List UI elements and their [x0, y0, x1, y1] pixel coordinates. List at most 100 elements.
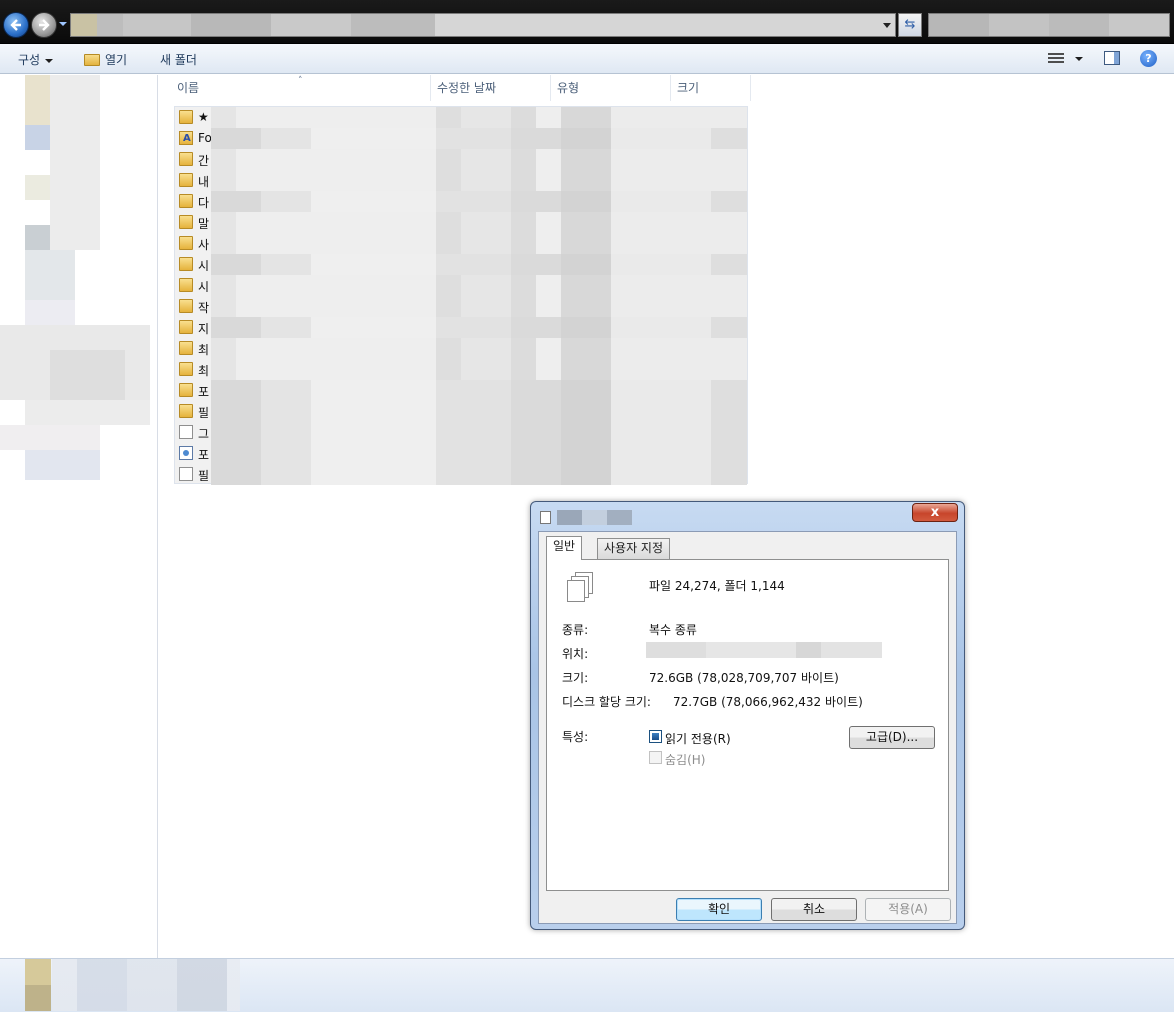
- file-row[interactable]: 내: [175, 170, 747, 191]
- file-details-redacted: [211, 422, 747, 443]
- file-details-redacted: [211, 107, 747, 128]
- file-row[interactable]: 사: [175, 233, 747, 254]
- file-details-redacted: [211, 254, 747, 275]
- file-row[interactable]: 포: [175, 443, 747, 464]
- file-details-redacted: [211, 359, 747, 380]
- advanced-button[interactable]: 고급(D)...: [849, 726, 935, 749]
- file-name: 필: [198, 469, 210, 483]
- size-label: 크기:: [562, 671, 589, 685]
- redacted-nav-block: [50, 350, 125, 400]
- selection-summary: 파일 24,274, 폴더 1,144: [649, 579, 785, 593]
- hidden-checkbox[interactable]: [649, 751, 662, 764]
- folder-icon: [179, 152, 193, 166]
- help-icon[interactable]: ?: [1140, 50, 1157, 67]
- file-row[interactable]: 작: [175, 296, 747, 317]
- file-icon: [179, 467, 193, 481]
- file-row[interactable]: ★: [175, 107, 747, 128]
- column-size-label: 크기: [677, 81, 700, 95]
- file-row[interactable]: 필: [175, 401, 747, 422]
- folder-icon: [179, 299, 193, 313]
- file-row[interactable]: 다: [175, 191, 747, 212]
- redacted-nav-block: [25, 400, 150, 425]
- recent-pages-dropdown-icon[interactable]: [59, 22, 67, 26]
- file-row[interactable]: 시: [175, 254, 747, 275]
- cancel-button[interactable]: 취소: [771, 898, 857, 921]
- readonly-label: 읽기 전용(R): [665, 732, 731, 746]
- close-button[interactable]: x: [912, 503, 958, 522]
- column-header-type[interactable]: 유형: [551, 75, 671, 101]
- address-bar[interactable]: [70, 13, 896, 37]
- hidden-label: 숨김(H): [665, 753, 706, 767]
- file-row[interactable]: 간: [175, 149, 747, 170]
- navigation-pane[interactable]: [0, 75, 158, 958]
- file-list: ★Fo간내다말사시시작지최최포필그포필: [174, 106, 748, 485]
- multiple-files-icon: [540, 511, 551, 524]
- file-details-redacted: [211, 149, 747, 170]
- back-button[interactable]: [3, 12, 29, 38]
- organize-button[interactable]: 구성: [18, 51, 53, 68]
- folder-icon: [179, 362, 193, 376]
- file-row[interactable]: 최: [175, 338, 747, 359]
- search-input[interactable]: [928, 13, 1170, 37]
- file-name: 최: [198, 364, 210, 378]
- folder-icon: [179, 320, 193, 334]
- file-name: 내: [198, 175, 210, 189]
- folder-icon: [179, 278, 193, 292]
- redacted-nav-block: [25, 450, 100, 480]
- file-name: 간: [198, 154, 210, 168]
- organize-label: 구성: [18, 53, 41, 67]
- open-label: 열기: [105, 53, 128, 67]
- selection-thumbnail-redacted: [25, 959, 51, 1011]
- file-row[interactable]: 최: [175, 359, 747, 380]
- file-name: 필: [198, 406, 210, 420]
- forward-button[interactable]: [31, 12, 57, 38]
- column-header-date-modified[interactable]: 수정한 날짜: [431, 75, 551, 101]
- address-dropdown-icon[interactable]: [883, 23, 891, 28]
- file-details-redacted: [211, 317, 747, 338]
- new-folder-button[interactable]: 새 폴더: [160, 51, 197, 68]
- open-button[interactable]: 열기: [84, 51, 127, 68]
- file-row[interactable]: 말: [175, 212, 747, 233]
- refresh-icon[interactable]: ⇆: [898, 13, 922, 37]
- tab-customize-label: 사용자 지정: [604, 541, 664, 555]
- redacted-nav-block: [0, 425, 100, 450]
- details-pane: [0, 958, 1174, 1012]
- file-details-redacted: [211, 338, 747, 359]
- file-name: 시: [198, 259, 210, 273]
- tab-general[interactable]: 일반: [546, 536, 583, 560]
- file-row[interactable]: 필: [175, 464, 747, 485]
- file-row[interactable]: 지: [175, 317, 747, 338]
- preview-pane-icon[interactable]: [1104, 51, 1120, 65]
- forward-arrow-icon: [39, 19, 50, 31]
- apply-button[interactable]: 적용(A): [865, 898, 951, 921]
- file-row[interactable]: 포: [175, 380, 747, 401]
- multiple-files-icon: [565, 572, 597, 604]
- file-details-redacted: [211, 380, 747, 401]
- type-value: 복수 종류: [649, 623, 697, 637]
- file-row[interactable]: 시: [175, 275, 747, 296]
- redacted-nav-block: [25, 175, 50, 200]
- size-value: 72.6GB (78,028,709,707 바이트): [649, 671, 839, 685]
- change-view-button[interactable]: [1048, 52, 1084, 66]
- file-name: 작: [198, 301, 210, 315]
- redacted-nav-block: [25, 125, 50, 150]
- file-details-redacted: [211, 401, 747, 422]
- file-name: 포: [198, 448, 210, 462]
- file-name: 시: [198, 280, 210, 294]
- app-icon: [179, 446, 193, 460]
- file-row[interactable]: Fo: [175, 128, 747, 149]
- tab-customize[interactable]: 사용자 지정: [597, 538, 671, 559]
- ok-button[interactable]: 확인: [676, 898, 762, 921]
- folder-icon: [179, 215, 193, 229]
- tab-general-label: 일반: [553, 539, 576, 553]
- column-headers: 이름 ˄ 수정한 날짜 유형 크기: [171, 75, 751, 101]
- file-details-redacted: [211, 233, 747, 254]
- file-details-redacted: [211, 296, 747, 317]
- column-header-size[interactable]: 크기: [671, 75, 751, 101]
- disk-size-label: 디스크 할당 크기:: [562, 695, 651, 709]
- disk-size-value: 72.7GB (78,066,962,432 바이트): [673, 695, 863, 709]
- location-label: 위치:: [562, 647, 589, 661]
- readonly-checkbox[interactable]: [649, 730, 662, 743]
- file-row[interactable]: 그: [175, 422, 747, 443]
- dialog-body: 일반 사용자 지정 파일 24,274, 폴더 1,144 종류: 복수 종류 …: [538, 531, 957, 924]
